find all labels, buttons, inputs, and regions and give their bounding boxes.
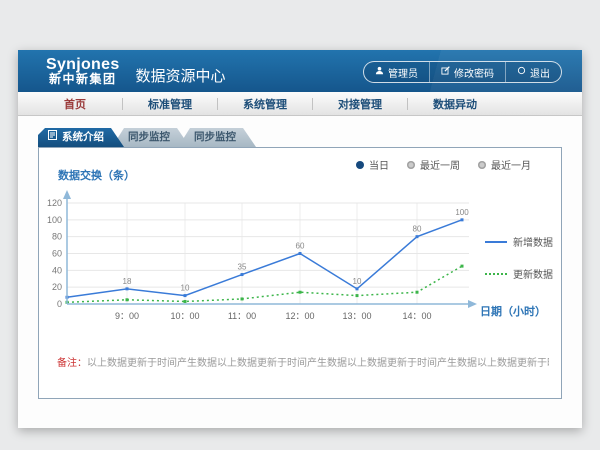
x-tick-label: 14：00 [402, 311, 431, 321]
x-tick-label: 11：00 [228, 311, 256, 321]
data-point-label: 60 [296, 242, 305, 251]
nav-item-数据异动[interactable]: 数据异动 [408, 96, 502, 112]
data-point-新增数据 [241, 273, 244, 276]
data-point-label: 100 [455, 208, 469, 217]
time-filter-label: 最近一月 [491, 157, 531, 172]
user-menu-label: 修改密码 [454, 65, 494, 80]
tab-label: 同步监控 [194, 131, 236, 143]
tab-同步监控-1[interactable]: 同步监控 [112, 128, 190, 147]
y-tick-label: 60 [52, 249, 62, 259]
y-axis-arrow [63, 190, 71, 199]
page-title: 数据资源中心 [136, 65, 226, 86]
tab-label: 同步监控 [128, 131, 170, 143]
time-range-filters: 当日 最近一周 最近一月 [356, 157, 531, 172]
time-filter-label: 最近一周 [420, 157, 460, 172]
data-point-label: 80 [413, 225, 422, 234]
legend-label: 新增数据 [513, 234, 553, 249]
footnote-text: 以上数据更新于时间产生数据以上数据更新于时间产生数据以上数据更新于时间产生数据以… [87, 358, 549, 369]
user-menu-label: 管理员 [388, 65, 418, 80]
logo-text-cn: 新中新集团 [46, 73, 120, 86]
nav-item-系统管理[interactable]: 系统管理 [218, 96, 312, 112]
app-header: Synjones 新中新集团 数据资源中心 管理员 修改密码 退出 [18, 50, 582, 92]
series-legend: 新增数据更新数据 [485, 234, 553, 281]
legend-label: 更新数据 [513, 266, 553, 281]
data-point-更新数据 [184, 300, 187, 303]
data-point-新增数据 [184, 294, 187, 297]
legend-line-sample [485, 241, 507, 243]
data-point-新增数据 [126, 287, 129, 290]
user-menu-item-管理员[interactable]: 管理员 [364, 62, 429, 82]
data-point-更新数据 [299, 291, 302, 294]
user-icon [375, 66, 384, 78]
data-point-更新数据 [356, 294, 359, 297]
edit-icon [441, 66, 450, 78]
time-filter-最近一月[interactable]: 最近一月 [478, 157, 531, 172]
data-point-新增数据 [356, 287, 359, 290]
footnote: 备注：以上数据更新于时间产生数据以上数据更新于时间产生数据以上数据更新于时间产生… [57, 354, 549, 369]
y-tick-label: 0 [57, 299, 62, 309]
nav-item-首页[interactable]: 首页 [28, 96, 122, 112]
radio-icon [478, 161, 486, 169]
user-menu-label: 退出 [530, 65, 550, 80]
y-tick-label: 40 [52, 265, 62, 275]
data-point-label: 18 [123, 277, 132, 286]
tab-系统介绍-0[interactable]: 系统介绍 [38, 128, 124, 147]
radio-icon [407, 161, 415, 169]
power-icon [517, 66, 526, 78]
logo: Synjones 新中新集团 [46, 56, 120, 87]
legend-line-sample [485, 273, 507, 275]
chart-panel: 当日最近一周最近一月 数据交换（条） 181035601080100020406… [38, 147, 562, 399]
tab-bar: 系统介绍 同步监控 同步监控 [38, 128, 256, 147]
x-tick-label: 10：00 [170, 311, 199, 321]
nav-item-对接管理[interactable]: 对接管理 [313, 96, 407, 112]
data-point-新增数据 [299, 252, 302, 255]
data-point-更新数据 [241, 297, 244, 300]
x-axis-title: 日期（小时） [480, 303, 546, 319]
desktop-background: Synjones 新中新集团 数据资源中心 管理员修改密码退出 首页标准管理系统… [0, 0, 600, 450]
time-filter-label: 当日 [369, 157, 389, 172]
data-point-新增数据 [461, 218, 464, 221]
tab-label: 系统介绍 [62, 128, 104, 147]
data-point-label: 10 [181, 284, 190, 293]
data-point-更新数据 [416, 291, 419, 294]
legend-item-新增数据[interactable]: 新增数据 [485, 234, 553, 249]
data-point-label: 35 [238, 263, 247, 272]
legend-item-更新数据[interactable]: 更新数据 [485, 266, 553, 281]
time-filter-最近一周[interactable]: 最近一周 [407, 157, 460, 172]
x-axis-arrow [468, 300, 477, 308]
data-point-更新数据 [126, 298, 129, 301]
data-point-更新数据 [461, 265, 464, 268]
x-tick-label: 12：00 [285, 311, 314, 321]
user-menu: 管理员 修改密码 退出 [363, 61, 562, 83]
user-menu-item-退出[interactable]: 退出 [505, 62, 561, 82]
logo-text-en: Synjones [46, 56, 120, 74]
data-point-label: 10 [353, 277, 362, 286]
radio-icon [356, 161, 364, 169]
x-tick-label: 13：00 [342, 311, 371, 321]
nav-item-标准管理[interactable]: 标准管理 [123, 96, 217, 112]
y-tick-label: 120 [47, 198, 62, 208]
y-tick-label: 20 [52, 282, 62, 292]
y-tick-label: 80 [52, 232, 62, 242]
x-tick-label: 9：00 [115, 311, 139, 321]
document-icon [48, 128, 57, 147]
user-menu-item-修改密码[interactable]: 修改密码 [429, 62, 505, 82]
footnote-prefix: 备注： [57, 358, 87, 369]
app-window: Synjones 新中新集团 数据资源中心 管理员修改密码退出 首页标准管理系统… [18, 50, 582, 428]
main-nav: 首页标准管理系统管理对接管理数据异动 [18, 92, 582, 116]
y-tick-label: 100 [47, 215, 62, 225]
tab-同步监控-2[interactable]: 同步监控 [178, 128, 256, 147]
data-point-新增数据 [416, 235, 419, 238]
time-filter-当日[interactable]: 当日 [356, 157, 389, 172]
